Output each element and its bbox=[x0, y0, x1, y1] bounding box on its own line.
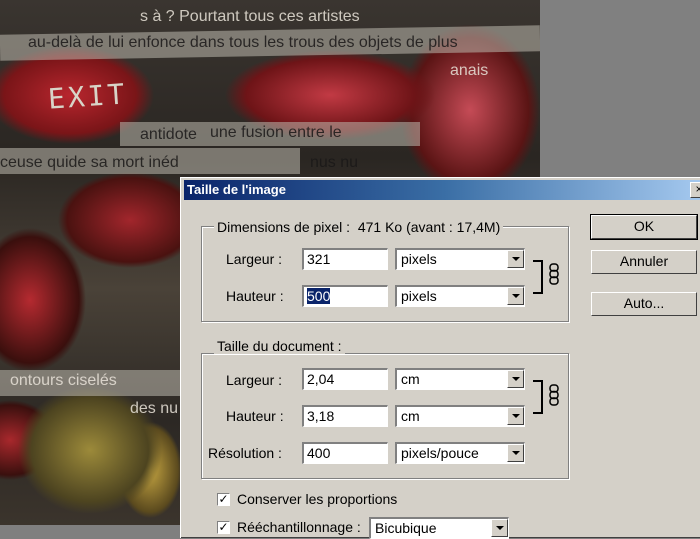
bg-text: nus nu bbox=[310, 154, 359, 171]
resample-method-select[interactable]: Bicubique bbox=[369, 517, 509, 539]
bg-text: anais bbox=[450, 62, 489, 79]
chain-link-icon bbox=[549, 263, 559, 285]
dialog-titlebar[interactable]: Taille de l'image × bbox=[184, 180, 700, 200]
pixel-height-label: Hauteur : bbox=[226, 288, 284, 304]
dialog-title: Taille de l'image bbox=[187, 182, 286, 197]
bg-text: s à ? Pourtant tous ces artistes bbox=[140, 8, 360, 25]
bg-text: une fusion entre le bbox=[210, 124, 342, 141]
close-button[interactable]: × bbox=[690, 182, 700, 198]
pixel-height-selected-text: 500 bbox=[307, 288, 331, 304]
pixel-height-unit-select[interactable]: pixels bbox=[395, 285, 525, 307]
pixel-width-unit-select[interactable]: pixels bbox=[395, 248, 525, 270]
doc-width-unit-value: cm bbox=[401, 371, 420, 387]
doc-width-label: Largeur : bbox=[226, 372, 283, 388]
canvas-background bbox=[540, 0, 700, 175]
chain-link-icon bbox=[549, 384, 559, 406]
resample-label[interactable]: Rééchantillonnage : bbox=[237, 519, 361, 535]
bg-text: des nu bbox=[130, 400, 179, 417]
pixel-height-unit-value: pixels bbox=[401, 288, 437, 304]
doc-width-input[interactable]: 2,04 bbox=[302, 368, 388, 390]
chevron-down-icon[interactable] bbox=[491, 519, 508, 537]
image-size-dialog: Taille de l'image × Dimensions de pixel … bbox=[180, 177, 700, 539]
pixel-width-unit-value: pixels bbox=[401, 251, 437, 267]
bg-text: ontours ciselés bbox=[10, 372, 117, 389]
chevron-down-icon[interactable] bbox=[507, 370, 524, 388]
resample-checkbox[interactable]: ✓ bbox=[217, 521, 230, 534]
pixel-width-input[interactable]: 321 bbox=[302, 248, 388, 270]
resolution-input[interactable]: 400 bbox=[302, 442, 388, 464]
ok-button[interactable]: OK bbox=[590, 214, 698, 240]
pixel-size-info: 471 Ko (avant : 17,4M) bbox=[357, 219, 501, 235]
chevron-down-icon[interactable] bbox=[507, 407, 524, 425]
resolution-label: Résolution : bbox=[208, 445, 282, 461]
pixel-dimensions-group bbox=[201, 226, 569, 322]
constrain-bracket bbox=[533, 260, 543, 294]
bg-text: ceuse quide sa mort inéd bbox=[0, 154, 179, 171]
constrain-proportions-label[interactable]: Conserver les proportions bbox=[237, 491, 397, 507]
doc-width-unit-select[interactable]: cm bbox=[395, 368, 525, 390]
document-size-label: Taille du document : bbox=[214, 338, 345, 354]
pixel-width-label: Largeur : bbox=[226, 251, 283, 267]
pixel-height-input[interactable]: 500 bbox=[302, 285, 388, 307]
cancel-button[interactable]: Annuler bbox=[591, 250, 697, 274]
resolution-unit-value: pixels/pouce bbox=[401, 445, 479, 461]
constrain-bracket bbox=[533, 380, 543, 414]
auto-button[interactable]: Auto... bbox=[591, 292, 697, 316]
chevron-down-icon[interactable] bbox=[507, 287, 524, 305]
constrain-proportions-checkbox[interactable]: ✓ bbox=[217, 493, 230, 506]
doc-height-unit-value: cm bbox=[401, 408, 420, 424]
chevron-down-icon[interactable] bbox=[507, 250, 524, 268]
doc-height-unit-select[interactable]: cm bbox=[395, 405, 525, 427]
resolution-unit-select[interactable]: pixels/pouce bbox=[395, 442, 525, 464]
bg-text: au-delà de lui enfonce dans tous les tro… bbox=[28, 34, 458, 51]
doc-height-input[interactable]: 3,18 bbox=[302, 405, 388, 427]
doc-height-label: Hauteur : bbox=[226, 408, 284, 424]
pixel-dimensions-label: Dimensions de pixel : 471 Ko (avant : 17… bbox=[214, 219, 504, 235]
chevron-down-icon[interactable] bbox=[507, 444, 524, 462]
exit-sign-text: EXIT bbox=[46, 77, 129, 116]
bg-text: antidote bbox=[140, 126, 197, 143]
resample-method-value: Bicubique bbox=[375, 520, 437, 536]
